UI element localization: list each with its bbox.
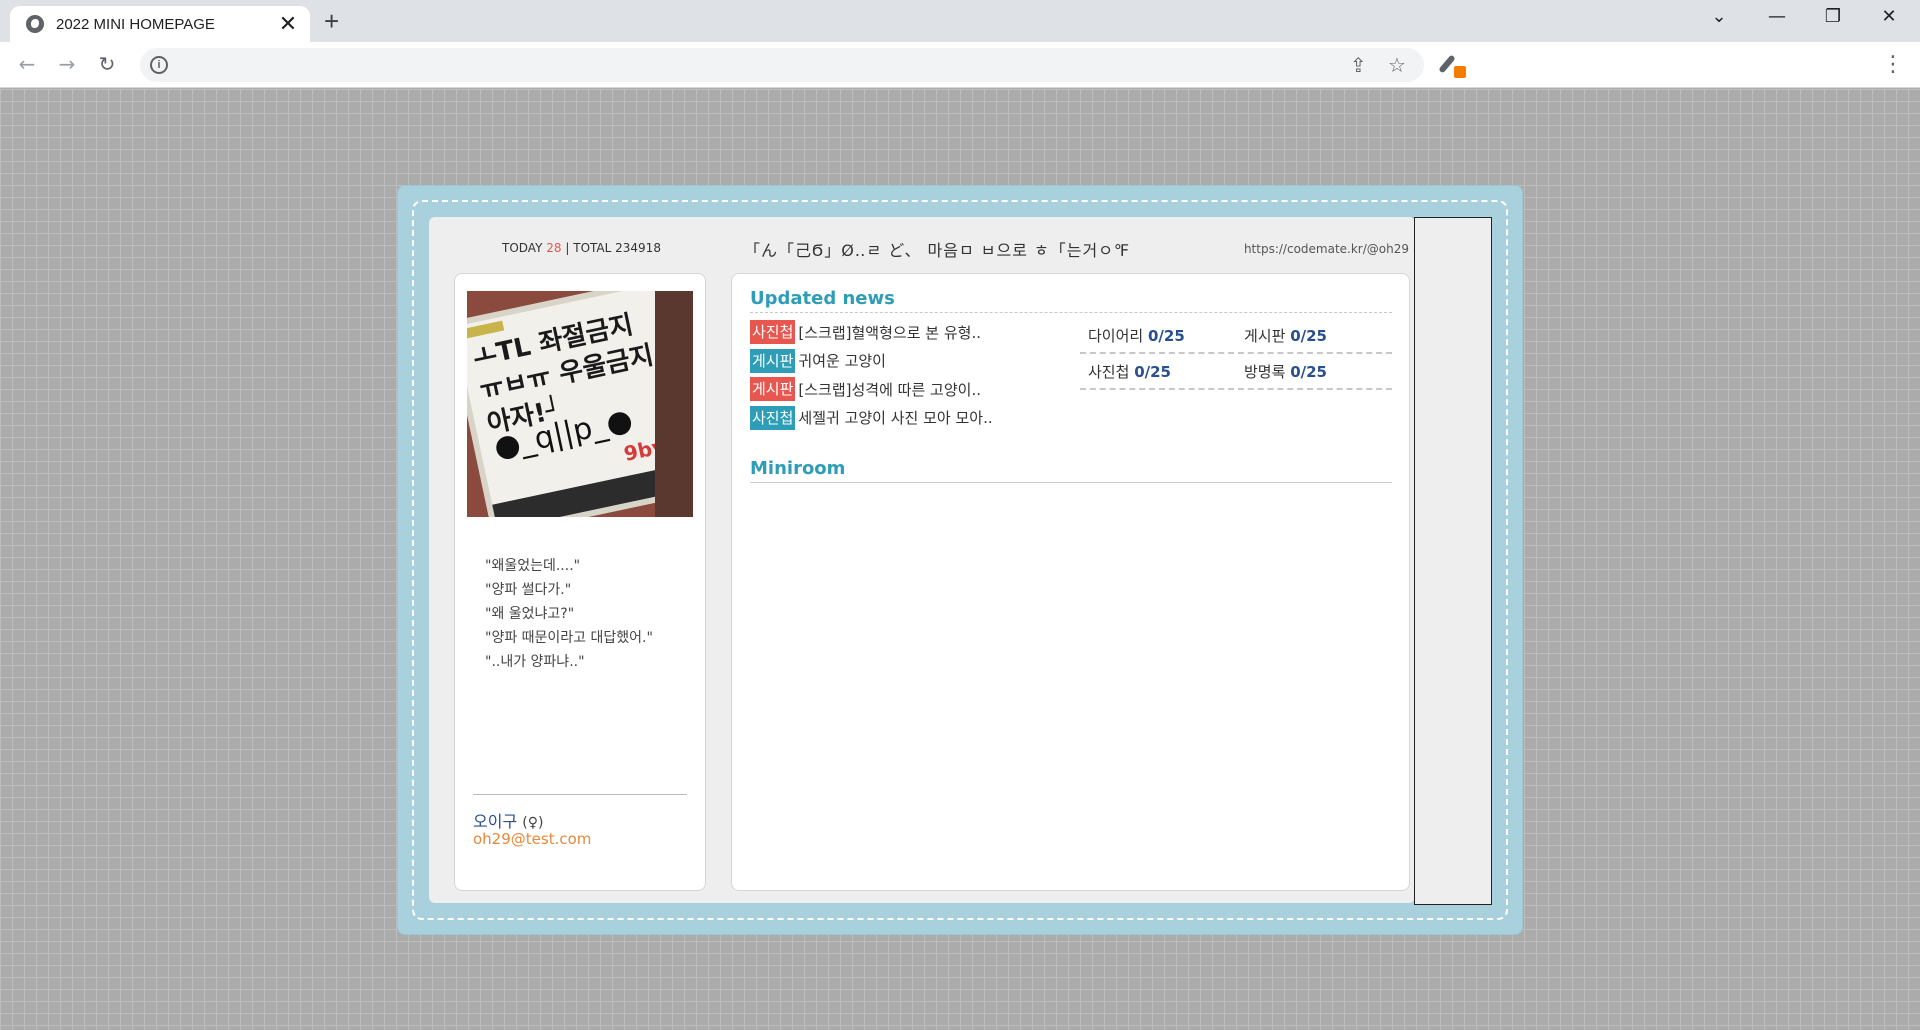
status-line: "..내가 양파냐.." — [485, 654, 585, 670]
news-item[interactable]: 사진첩 [스크랩]혈액형으로 본 유형.. — [750, 318, 1080, 347]
close-window-button[interactable]: ✕ — [1874, 6, 1904, 27]
stat-value: 0/25 — [1147, 326, 1185, 345]
stat-value: 0/25 — [1290, 362, 1327, 381]
counter-separator: | — [565, 241, 570, 255]
owner-name[interactable]: 오이구 — [473, 812, 517, 831]
stats-row: 사진첩 0/25 방명록 0/25 — [1080, 354, 1392, 390]
share-icon[interactable]: ⇪ — [1350, 52, 1367, 78]
page-background: TODAY 28 | TOTAL 234918 「ん「己Ϭ」Ø‥ㄹ ど、 마음ㅁ… — [0, 89, 1920, 1030]
status-line: "왜 울었냐고?" — [485, 606, 575, 622]
stats-row: 다이어리 0/25 게시판 0/25 — [1080, 318, 1392, 354]
main-content-card: Updated news 사진첩 [스크랩]혈액형으로 본 유형.. 게시판 귀… — [731, 273, 1410, 891]
browser-toolbar: ← → ↻ i ⇪ ☆ ⋮ — [0, 42, 1920, 88]
stat-label: 게시판 — [1244, 326, 1286, 345]
forward-button[interactable]: → — [52, 50, 82, 78]
news-tag: 사진첩 — [750, 320, 796, 345]
stat-label: 사진첩 — [1088, 362, 1130, 381]
news-tag: 사진첩 — [750, 405, 796, 430]
updated-news-list: 사진첩 [스크랩]혈액형으로 본 유형.. 게시판 귀여운 고양이 게시판 [스… — [750, 318, 1080, 432]
bookmark-star-icon[interactable]: ☆ — [1388, 52, 1406, 78]
minihome-book-cover: TODAY 28 | TOTAL 234918 「ん「己Ϭ」Ø‥ㄹ ど、 마음ㅁ… — [397, 185, 1523, 935]
news-tag: 게시판 — [750, 348, 796, 373]
miniroom-divider — [750, 482, 1392, 483]
new-tab-button[interactable]: + — [324, 8, 339, 34]
phone-frame — [655, 291, 693, 517]
stat-photo[interactable]: 사진첩 0/25 — [1080, 361, 1236, 382]
status-line: "왜울었는데...." — [485, 558, 581, 574]
total-count: 234918 — [615, 241, 661, 255]
today-label: TODAY — [502, 241, 543, 255]
news-item[interactable]: 게시판 귀여운 고양이 — [750, 347, 1080, 376]
close-tab-icon[interactable]: ✕ — [278, 13, 298, 35]
news-text[interactable]: 귀여운 고양이 — [798, 350, 886, 371]
news-text[interactable]: [스크랩]성격에 따른 고양이.. — [798, 379, 981, 400]
address-bar[interactable]: i ⇪ ☆ — [140, 48, 1424, 82]
profile-divider — [473, 794, 687, 795]
top-info-bar: TODAY 28 | TOTAL 234918 「ん「己Ϭ」Ø‥ㄹ ど、 마음ㅁ… — [429, 237, 1415, 261]
minimize-button[interactable]: — — [1762, 6, 1792, 27]
back-button[interactable]: ← — [12, 50, 42, 78]
site-info-icon[interactable]: i — [150, 56, 168, 74]
owner-email[interactable]: oh29@test.com — [473, 830, 591, 848]
stat-value: 0/25 — [1290, 326, 1327, 345]
tab-search-icon[interactable]: ⌄ — [1704, 6, 1734, 27]
menu-stats-grid: 다이어리 0/25 게시판 0/25 사진첩 0/25 방명록 0/25 — [1080, 318, 1392, 390]
news-tag: 게시판 — [750, 377, 796, 402]
stat-label: 방명록 — [1244, 362, 1286, 381]
stat-value: 0/25 — [1134, 362, 1171, 381]
extension-badge — [1454, 66, 1466, 78]
browser-menu-icon[interactable]: ⋮ — [1882, 52, 1904, 78]
profile-card: ㅗTL 좌절금지 ㅠㅂㅠ 우울금지 아자!┘ ●_q||p_● 9byte "왜… — [454, 273, 706, 891]
owner-gender: (♀) — [522, 815, 544, 831]
stat-board[interactable]: 게시판 0/25 — [1236, 325, 1392, 346]
tab-title: 2022 MINI HOMEPAGE — [56, 15, 215, 33]
restore-button[interactable]: ❐ — [1818, 6, 1848, 27]
reload-button[interactable]: ↻ — [92, 50, 122, 78]
updated-news-divider — [750, 312, 1392, 313]
browser-tab[interactable]: 2022 MINI HOMEPAGE ✕ — [10, 6, 310, 42]
miniroom-title: Miniroom — [750, 458, 846, 479]
minihome-paper: TODAY 28 | TOTAL 234918 「ん「己Ϭ」Ø‥ㄹ ど、 마음ㅁ… — [429, 217, 1415, 903]
status-line: "양파 썰다가." — [485, 582, 572, 598]
news-item[interactable]: 사진첩 세젤귀 고양이 사진 모아 모아.. — [750, 404, 1080, 433]
status-line: "양파 때문이라고 대답했어." — [485, 630, 653, 646]
extension-icon[interactable] — [1438, 52, 1466, 78]
news-item[interactable]: 게시판 [스크랩]성격에 따른 고양이.. — [750, 375, 1080, 404]
globe-icon — [26, 15, 44, 33]
site-url-link[interactable]: https://codemate.kr/@oh29 — [1244, 242, 1409, 256]
stat-diary[interactable]: 다이어리 0/25 — [1080, 325, 1236, 346]
today-count: 28 — [546, 241, 562, 255]
stat-guestbook[interactable]: 방명록 0/25 — [1236, 361, 1392, 382]
profile-photo: ㅗTL 좌절금지 ㅠㅂㅠ 우울금지 아자!┘ ●_q||p_● 9byte — [467, 291, 693, 517]
news-text[interactable]: 세젤귀 고양이 사진 모아 모아.. — [798, 407, 992, 428]
news-text[interactable]: [스크랩]혈액형으로 본 유형.. — [798, 322, 981, 343]
updated-news-title: Updated news — [750, 288, 895, 309]
stat-label: 다이어리 — [1088, 326, 1144, 345]
owner-name-row: 오이구 (♀) — [473, 808, 543, 832]
side-menu-panel — [1414, 217, 1492, 905]
visitor-counter: TODAY 28 | TOTAL 234918 — [502, 241, 661, 255]
browser-titlebar: 2022 MINI HOMEPAGE ✕ + ⌄ — ❐ ✕ — [0, 0, 1920, 42]
profile-status-text: "왜울었는데...." "양파 썰다가." "왜 울었냐고?" "양파 때문이라… — [485, 554, 653, 674]
site-title: 「ん「己Ϭ」Ø‥ㄹ ど、 마음ㅁ ㅂ으로 ㅎ「는거ㅇ℉ — [744, 241, 1131, 260]
total-label: TOTAL — [573, 241, 612, 255]
